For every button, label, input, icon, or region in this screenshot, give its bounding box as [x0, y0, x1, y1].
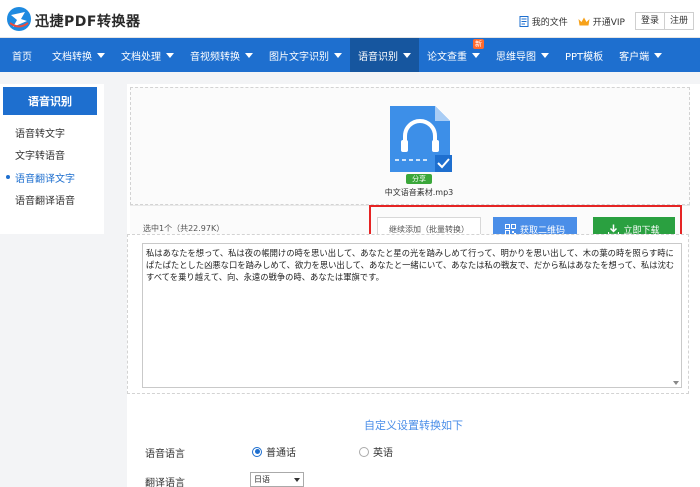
nav-item-ppt-template[interactable]: PPT模板 — [557, 38, 611, 72]
settings-panel: 自定义设置转换如下 语音语言 普通话 英语 翻译语言 — [127, 406, 700, 487]
caret-down-icon — [166, 52, 174, 58]
nav-item-speech-recognition[interactable]: 语音识别 — [350, 38, 419, 72]
app-logo-icon[interactable] — [6, 6, 32, 32]
sidebar-item-speech-translate-speech[interactable]: 语音翻译语音 — [15, 192, 75, 207]
nav-item-image-ocr[interactable]: 图片文字识别 — [261, 38, 350, 72]
nav-item-paper-check[interactable]: 论文查重 新 — [419, 38, 488, 72]
top-header: 迅捷PDF转换器 我的文件 开通VIP 登录 注册 — [0, 0, 700, 38]
main-panel: 分享 中文语音素材.mp3 选中1个（共22.97K） 继续添加（批量转换） 获… — [127, 84, 700, 487]
new-badge: 新 — [473, 39, 484, 49]
nav-label: 文档处理 — [121, 51, 161, 63]
caret-down-icon — [403, 52, 411, 58]
app-brand-name[interactable]: 迅捷PDF转换器 — [35, 11, 140, 31]
sidebar-item-speech-to-text[interactable]: 语音转文字 — [15, 125, 65, 140]
selected-count-text: 选中1个（共22.97K） — [143, 224, 225, 233]
radio-english[interactable]: 英语 — [359, 444, 393, 459]
nav-label: 图片文字识别 — [269, 51, 329, 63]
nav-item-doc-convert[interactable]: 文档转换 — [44, 38, 113, 72]
translate-language-value: 日语 — [254, 475, 270, 484]
active-indicator-dot — [6, 175, 10, 179]
nav-label: PPT模板 — [565, 51, 604, 63]
crown-icon — [578, 17, 590, 25]
voice-language-label: 语音语言 — [145, 449, 185, 460]
file-dropzone[interactable]: 分享 中文语音素材.mp3 — [130, 87, 690, 205]
caret-down-icon — [334, 52, 342, 58]
nav-label: 首页 — [12, 51, 32, 63]
main-nav: 首页 文档转换 文档处理 音视频转换 图片文字识别 语音识别 论文查重 新 思维… — [0, 38, 700, 72]
vip-label: 开通VIP — [592, 17, 625, 28]
share-badge[interactable]: 分享 — [406, 174, 432, 184]
radio-selected-icon — [252, 446, 262, 457]
caret-down-icon — [97, 52, 105, 58]
file-list-icon — [519, 15, 529, 27]
radio-unselected-icon — [359, 446, 369, 457]
nav-label: 客户端 — [619, 51, 650, 63]
scroll-down-arrow-icon[interactable] — [673, 381, 679, 385]
translate-language-label: 翻译语言 — [145, 478, 185, 487]
nav-item-mind-map[interactable]: 思维导图 — [488, 38, 557, 72]
register-button[interactable]: 注册 — [664, 12, 694, 30]
sidebar-title: 语音识别 — [3, 87, 97, 115]
result-text: 私はあなたを想って、私は夜の帳開けの時を思い出して、あなたと星の光を踏みしめて行… — [146, 248, 675, 282]
file-name: 中文语音素材.mp3 — [384, 188, 454, 197]
radio-mandarin[interactable]: 普通话 — [252, 444, 296, 459]
nav-label: 语音识别 — [358, 51, 398, 63]
caret-down-icon — [472, 52, 480, 58]
nav-item-doc-process[interactable]: 文档处理 — [113, 38, 182, 72]
header-links: 我的文件 开通VIP 登录 注册 — [519, 11, 694, 31]
radio-mandarin-label: 普通话 — [266, 448, 296, 459]
nav-label: 音视频转换 — [190, 51, 240, 63]
settings-title: 自定义设置转换如下 — [364, 419, 463, 432]
nav-item-av-convert[interactable]: 音视频转换 — [182, 38, 261, 72]
nav-item-home[interactable]: 首页 — [0, 38, 44, 72]
translate-language-select[interactable]: 日语 — [250, 472, 304, 487]
nav-label: 论文查重 — [427, 51, 467, 63]
result-textarea[interactable]: 私はあなたを想って、私は夜の帳開けの時を思い出して、あなたと星の光を踏みしめて行… — [142, 243, 682, 388]
caret-down-icon — [245, 52, 253, 58]
radio-english-label: 英语 — [373, 448, 393, 459]
vip-link[interactable]: 开通VIP — [578, 15, 625, 28]
login-button[interactable]: 登录 — [634, 12, 665, 30]
result-area: 私はあなたを想って、私は夜の帳開けの時を思い出して、あなたと星の光を踏みしめて行… — [127, 234, 689, 394]
chevron-down-icon — [294, 478, 300, 482]
nav-item-client[interactable]: 客户端 — [611, 38, 670, 72]
caret-down-icon — [654, 52, 663, 58]
nav-label: 文档转换 — [52, 51, 92, 63]
sidebar-item-speech-translate-text[interactable]: 语音翻译文字 — [15, 170, 75, 185]
sidebar-item-text-to-speech[interactable]: 文字转语音 — [15, 147, 65, 162]
my-files-link[interactable]: 我的文件 — [519, 15, 568, 28]
nav-label: 思维导图 — [496, 51, 536, 63]
caret-down-icon — [541, 52, 549, 58]
my-files-label: 我的文件 — [531, 17, 568, 28]
sidebar: 语音识别 语音转文字 文字转语音 语音翻译文字 语音翻译语音 — [0, 84, 104, 234]
audio-file-icon[interactable] — [387, 105, 453, 173]
